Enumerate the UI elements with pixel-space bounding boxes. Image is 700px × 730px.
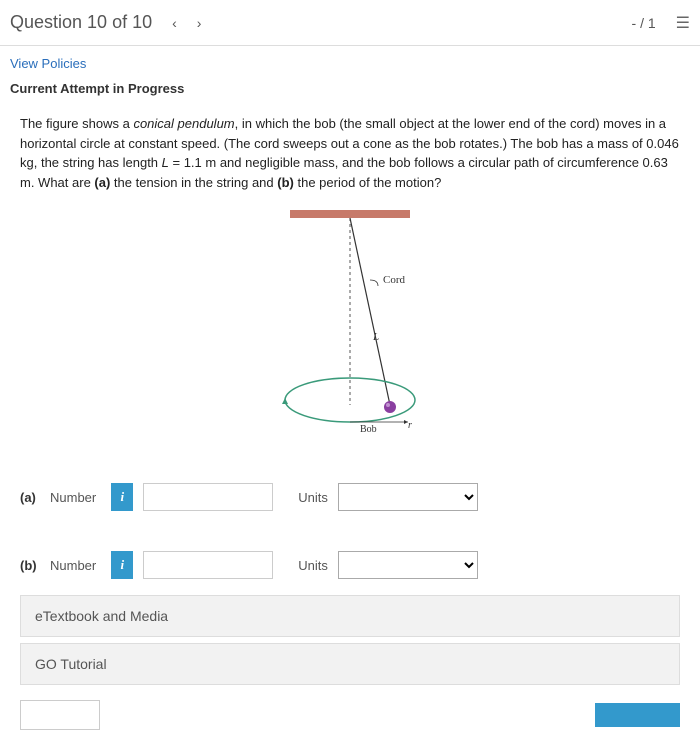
units-label-a: Units xyxy=(298,490,328,505)
next-question-button[interactable]: › xyxy=(197,15,202,31)
menu-icon[interactable]: ☰ xyxy=(676,13,690,33)
go-tutorial-button[interactable]: GO Tutorial xyxy=(20,643,680,685)
svg-text:L: L xyxy=(372,331,379,343)
svg-text:Bob: Bob xyxy=(360,424,377,435)
score-display: - / 1 xyxy=(632,15,656,31)
etextbook-media-button[interactable]: eTextbook and Media xyxy=(20,595,680,637)
attempt-status: Current Attempt in Progress xyxy=(0,81,700,106)
question-title: Question 10 of 10 xyxy=(10,12,152,33)
footer-submit-button[interactable] xyxy=(595,703,680,727)
part-a-label: (a) xyxy=(20,490,40,505)
view-policies-link[interactable]: View Policies xyxy=(10,56,86,71)
part-b-label: (b) xyxy=(20,558,40,573)
number-label-a: Number xyxy=(50,490,96,505)
units-select-a[interactable] xyxy=(338,483,478,511)
prev-question-button[interactable]: ‹ xyxy=(172,15,177,31)
conical-pendulum-figure: Cord L Bob r xyxy=(0,210,700,443)
info-icon-b[interactable]: i xyxy=(111,551,133,579)
number-label-b: Number xyxy=(50,558,96,573)
svg-text:r: r xyxy=(408,420,412,431)
question-text: The figure shows a conical pendulum, in … xyxy=(0,106,700,200)
number-input-a[interactable] xyxy=(143,483,273,511)
units-select-b[interactable] xyxy=(338,551,478,579)
info-icon-a[interactable]: i xyxy=(111,483,133,511)
units-label-b: Units xyxy=(298,558,328,573)
svg-text:Cord: Cord xyxy=(383,274,406,286)
footer-left-button[interactable] xyxy=(20,700,100,730)
number-input-b[interactable] xyxy=(143,551,273,579)
